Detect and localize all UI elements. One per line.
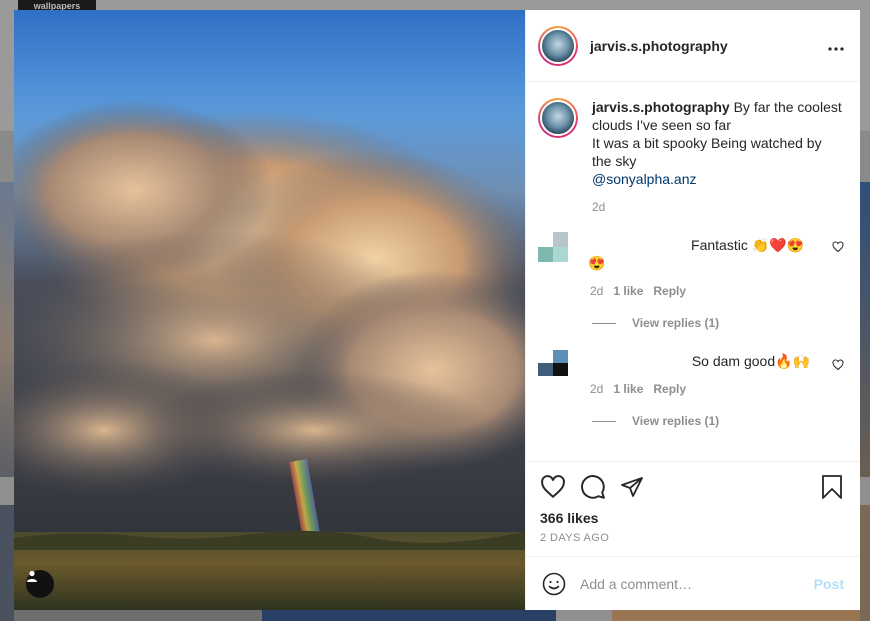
comment-reply-button[interactable]: Reply [653,382,686,396]
comment-like-button[interactable] [832,240,844,258]
emoji-icon [542,572,566,595]
cloud-photo-image [14,100,525,610]
share-icon [621,477,643,497]
emoji-button[interactable] [542,572,566,596]
bookmark-icon [822,475,842,499]
background-tile [860,505,870,621]
save-button[interactable] [820,474,844,500]
post-date[interactable]: 2 DAYS AGO [540,532,844,544]
action-icons [540,472,844,502]
caption-username[interactable]: jarvis.s.photography [592,99,730,115]
comment-item: So dam good🔥🙌 2d 1 like Reply [538,350,844,396]
commenter-avatar[interactable] [538,232,568,262]
comment-text-extra: 😍 [588,255,606,271]
comment-meta: 2d 1 like Reply [590,382,844,396]
comment-text-line: Fantastic 👏❤️😍 [691,237,804,253]
user-tag-icon [27,570,37,582]
caption-avatar[interactable] [538,98,578,138]
view-replies-label: View replies (1) [632,414,720,428]
comments-list[interactable]: jarvis.s.photography By far the coolest … [526,82,860,461]
heart-icon [832,241,844,253]
commenter-avatar[interactable] [538,350,568,380]
comment-text-line: So dam good🔥🙌 [691,353,810,369]
author-username[interactable]: jarvis.s.photography [590,38,828,54]
comment-body: So dam good🔥🙌 2d 1 like Reply [590,350,844,396]
like-count[interactable]: 366 likes [540,510,844,526]
caption-time[interactable]: 2d [592,200,844,214]
post-header: jarvis.s.photography [526,10,860,82]
comment-reply-button[interactable]: Reply [653,284,686,298]
more-options-button[interactable] [828,35,844,56]
share-button[interactable] [620,475,644,499]
author-avatar[interactable] [538,25,578,66]
caption-mention[interactable]: @sonyalpha.anz [592,171,697,187]
comment-like-button[interactable] [832,358,844,376]
comment-icon [581,475,605,499]
background-tile [860,182,870,477]
like-button[interactable] [540,474,566,500]
post-actions: 366 likes 2 DAYS AGO [526,461,860,556]
background-tile [0,182,14,477]
view-replies-button[interactable]: View replies (1) [592,414,844,428]
view-replies-button[interactable]: View replies (1) [592,316,844,330]
comment-item: Fantastic 👏❤️😍 😍 2d 1 like Reply [538,232,844,298]
post-comment-button[interactable]: Post [814,576,844,592]
comment-body: Fantastic 👏❤️😍 😍 2d 1 like Reply [588,232,844,298]
user-tag-button[interactable] [26,570,54,598]
background-tile [262,610,556,621]
comment-likes[interactable]: 1 like [613,284,643,298]
caption-line2: It was a bit spooky Being watched by the… [592,135,822,169]
heart-icon [832,359,844,371]
background-tile [14,610,262,621]
comment-input[interactable] [580,575,814,592]
view-replies-label: View replies (1) [632,316,720,330]
post-sidebar: jarvis.s.photography jarvis.s.photograph… [525,10,860,610]
comment-text: Fantastic 👏❤️😍 [590,236,844,254]
replies-divider [592,420,616,422]
background-tile [612,610,860,621]
post-photo[interactable] [14,10,525,610]
heart-icon [541,475,565,499]
background-tile [0,505,14,621]
replies-divider [592,322,616,324]
comment-text: So dam good🔥🙌 [590,352,844,370]
add-comment-bar: Post [526,556,860,610]
post-modal: jarvis.s.photography jarvis.s.photograph… [14,10,860,610]
comment-time[interactable]: 2d [590,284,603,298]
comment-time[interactable]: 2d [590,382,603,396]
caption: jarvis.s.photography By far the coolest … [538,98,844,188]
comment-meta: 2d 1 like Reply [590,284,844,298]
comment-likes[interactable]: 1 like [613,382,643,396]
comment-button[interactable] [580,474,606,500]
caption-text: jarvis.s.photography By far the coolest … [592,98,844,188]
more-icon [828,47,844,51]
